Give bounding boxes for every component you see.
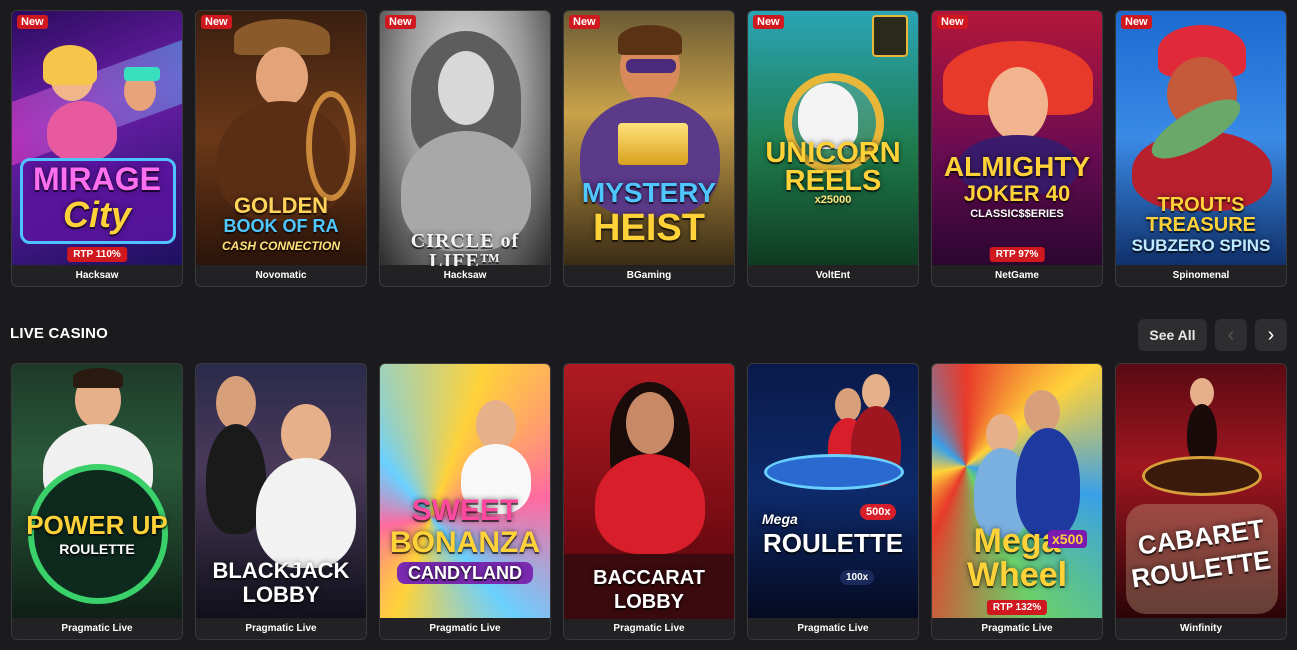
game-card-golden-book-of-ra[interactable]: GOLDEN BOOK OF RA CASH CONNECTION New No… <box>195 10 367 287</box>
multiplier-badge: 100x <box>840 570 875 585</box>
new-badge: New <box>201 15 232 29</box>
rtp-badge: RTP 97% <box>989 247 1045 262</box>
new-badge: New <box>17 15 48 29</box>
game-title-line: SUBZERO SPINS <box>1131 236 1271 255</box>
carousel-next-button[interactable]: › <box>1255 319 1287 351</box>
game-title-line: CLASSIC$$ERIES <box>970 208 1064 220</box>
game-card-mirage-city[interactable]: MIRAGE City RTP 110% New Hacksaw <box>11 10 183 287</box>
game-title-line: CASH CONNECTION <box>221 239 340 253</box>
game-card-circle-of-life[interactable]: CIRCLE of LIFE™ New Hacksaw <box>379 10 551 287</box>
new-badge: New <box>937 15 968 29</box>
new-badge: New <box>569 15 600 29</box>
game-thumbnail: Mega Wheel x500 RTP 132% <box>932 364 1102 619</box>
provider-label: Pragmatic Live <box>932 618 1102 639</box>
game-title-line: SWEET <box>411 494 519 527</box>
game-thumbnail: MYSTERY HEIST <box>564 11 734 266</box>
chevron-right-icon: › <box>1267 324 1275 346</box>
game-title-line: ALMIGHTY <box>943 151 1091 182</box>
game-thumbnail: POWER UP ROULETTE <box>12 364 182 619</box>
chevron-left-icon: ‹ <box>1227 324 1235 346</box>
games-row-new: MIRAGE City RTP 110% New Hacksaw GOLDEN … <box>11 10 1287 287</box>
game-card-baccarat-lobby[interactable]: BACCARAT LOBBY Pragmatic Live <box>563 363 735 640</box>
game-card-mega-roulette[interactable]: Mega ROULETTE 500x 100x Pragmatic Live <box>747 363 919 640</box>
game-thumbnail: BLACKJACK LOBBY <box>196 364 366 619</box>
game-title-line: ROULETTE <box>762 528 904 558</box>
game-title-line: REELS <box>784 165 882 197</box>
game-title-line: CANDYLAND <box>397 562 533 584</box>
game-card-sweet-bonanza-candyland[interactable]: SWEET BONANZA CANDYLAND Pragmatic Live <box>379 363 551 640</box>
provider-label: Pragmatic Live <box>748 618 918 639</box>
multiplier-badge: 500x <box>860 504 897 520</box>
game-thumbnail: CIRCLE of LIFE™ <box>380 11 550 266</box>
provider-label: BGaming <box>564 265 734 286</box>
provider-label: VoltEnt <box>748 265 918 286</box>
game-card-cabaret-roulette[interactable]: CABARET ROULETTE Winfinity <box>1115 363 1287 640</box>
provider-label: Pragmatic Live <box>12 618 182 639</box>
game-title-line: MIRAGE <box>33 161 161 197</box>
game-card-mega-wheel[interactable]: Mega Wheel x500 RTP 132% Pragmatic Live <box>931 363 1103 640</box>
game-thumbnail: GOLDEN BOOK OF RA CASH CONNECTION <box>196 11 366 266</box>
carousel-prev-button[interactable]: ‹ <box>1215 319 1247 351</box>
new-badge: New <box>385 15 416 29</box>
provider-label: Pragmatic Live <box>380 618 550 639</box>
game-thumbnail: UNICORN REELS x25000 <box>748 11 918 266</box>
games-row-live-casino: POWER UP ROULETTE Pragmatic Live BLACKJA… <box>11 363 1287 640</box>
rtp-badge: RTP 110% <box>67 247 127 262</box>
game-title-line: BACCARAT <box>593 567 705 589</box>
game-thumbnail: MIRAGE City RTP 110% <box>12 11 182 266</box>
game-title-line: x25000 <box>814 194 852 206</box>
game-thumbnail: Mega ROULETTE 500x 100x <box>748 364 918 619</box>
provider-label: Novomatic <box>196 265 366 286</box>
game-title-line: BLACKJACK <box>212 558 350 583</box>
game-title-line: Wheel <box>966 556 1068 594</box>
see-all-button[interactable]: See All <box>1138 319 1207 351</box>
provider-label: Hacksaw <box>380 265 550 286</box>
game-thumbnail: CABARET ROULETTE <box>1116 364 1286 619</box>
game-card-trouts-treasure[interactable]: TROUT'S TREASURE SUBZERO SPINS New Spino… <box>1115 10 1287 287</box>
game-title-line: ROULETTE <box>59 541 135 557</box>
section-title-live-casino: LIVE CASINO <box>10 325 109 342</box>
game-title-line: JOKER 40 <box>963 181 1071 206</box>
game-card-power-up-roulette[interactable]: POWER UP ROULETTE Pragmatic Live <box>11 363 183 640</box>
provider-label: Hacksaw <box>12 265 182 286</box>
game-title-line: MYSTERY <box>581 177 717 208</box>
game-title-line: LOBBY <box>242 582 320 607</box>
game-card-almighty-joker-40[interactable]: ALMIGHTY JOKER 40 CLASSIC$$ERIES RTP 97%… <box>931 10 1103 287</box>
game-title-line: POWER UP <box>26 510 168 540</box>
game-title-line: CIRCLE of LIFE™ <box>410 230 520 266</box>
game-thumbnail: SWEET BONANZA CANDYLAND <box>380 364 550 619</box>
game-title-line: UNICORN <box>765 137 901 169</box>
game-thumbnail: BACCARAT LOBBY <box>564 364 734 619</box>
game-title-line: BONANZA <box>390 526 540 559</box>
game-card-mystery-heist[interactable]: MYSTERY HEIST New BGaming <box>563 10 735 287</box>
game-title-line: BOOK OF RA <box>223 216 339 236</box>
new-badge: New <box>1121 15 1152 29</box>
game-card-unicorn-reels[interactable]: UNICORN REELS x25000 New VoltEnt <box>747 10 919 287</box>
game-thumbnail: ALMIGHTY JOKER 40 CLASSIC$$ERIES RTP 97% <box>932 11 1102 266</box>
provider-label: NetGame <box>932 265 1102 286</box>
game-card-blackjack-lobby[interactable]: BLACKJACK LOBBY Pragmatic Live <box>195 363 367 640</box>
provider-label: Spinomenal <box>1116 265 1286 286</box>
rtp-badge: RTP 132% <box>986 600 1048 615</box>
provider-label: Winfinity <box>1116 618 1286 639</box>
provider-label: Pragmatic Live <box>196 618 366 639</box>
game-thumbnail: TROUT'S TREASURE SUBZERO SPINS <box>1116 11 1286 266</box>
game-title-line: TROUT'S <box>1157 194 1245 216</box>
provider-label: Pragmatic Live <box>564 618 734 639</box>
new-badge: New <box>753 15 784 29</box>
game-title-line: GOLDEN <box>233 193 329 218</box>
game-title-line: TREASURE <box>1145 214 1256 236</box>
game-title-line: HEIST <box>593 207 705 249</box>
multiplier-badge: x500 <box>1048 530 1088 548</box>
game-title-line: LOBBY <box>614 591 684 613</box>
game-title-line: City <box>62 194 131 235</box>
